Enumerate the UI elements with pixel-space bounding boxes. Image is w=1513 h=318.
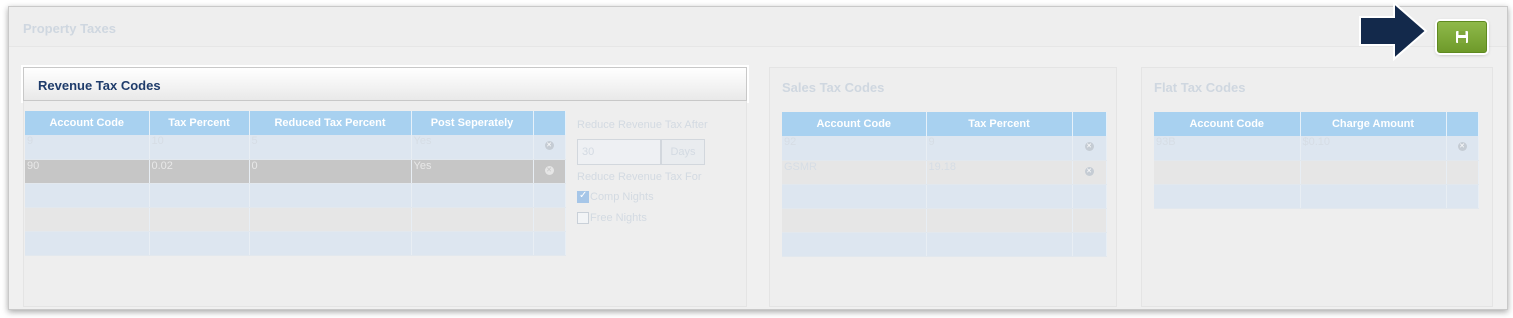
cell-account-code: 9: [25, 135, 150, 160]
comp-nights-label[interactable]: Comp Nights: [590, 191, 654, 203]
column-header-account-code[interactable]: Account Code: [782, 112, 927, 136]
cell-tax-percent: 0.02: [149, 159, 250, 184]
column-header-account-code[interactable]: Account Code: [1154, 112, 1301, 136]
property-taxes-window: Property Taxes Revenue Tax Codes Account…: [8, 6, 1508, 310]
delete-row-icon[interactable]: ✕: [1457, 142, 1467, 151]
cell-post-separately: Yes: [411, 135, 534, 160]
table-row[interactable]: 9 10 5 Yes ✕: [25, 135, 566, 160]
delete-row-icon[interactable]: ✕: [1084, 166, 1094, 176]
column-header-tax-percent[interactable]: Tax Percent: [926, 112, 1073, 136]
flat-tax-codes-panel: Flat Tax Codes Account Code Charge Amoun…: [1141, 67, 1493, 307]
table-row[interactable]: 92 9 ✕: [782, 136, 1107, 161]
table-row[interactable]: 93B $0.10 ✕: [1154, 136, 1479, 161]
page-title: Property Taxes: [23, 21, 116, 36]
column-header-actions: [1446, 112, 1479, 136]
free-nights-label[interactable]: Free Nights: [590, 212, 647, 224]
revenue-tax-codes-header: Revenue Tax Codes: [23, 67, 747, 101]
empty-row[interactable]: [782, 208, 1107, 233]
cell-account-code: GSMR: [782, 160, 927, 185]
cell-account-code: 93B: [1154, 136, 1301, 161]
cell-reduced-tax-percent: 0: [249, 159, 412, 184]
column-header-charge-amount[interactable]: Charge Amount: [1300, 112, 1447, 136]
floppy-disk-icon: [1456, 31, 1468, 43]
revenue-tax-codes-panel: Revenue Tax Codes Account Code Tax Perce…: [23, 67, 747, 307]
empty-row[interactable]: [25, 231, 566, 256]
flat-tax-table: Account Code Charge Amount 93B $0.10 ✕: [1154, 112, 1479, 209]
column-header-actions: [533, 111, 566, 135]
sales-tax-codes-title: Sales Tax Codes: [782, 80, 885, 95]
empty-row[interactable]: [1154, 160, 1479, 185]
delete-row-icon[interactable]: ✕: [1084, 142, 1094, 151]
column-header-reduced-tax-percent[interactable]: Reduced Tax Percent: [249, 111, 412, 135]
save-button[interactable]: [1437, 21, 1487, 53]
revenue-tax-table: Account Code Tax Percent Reduced Tax Per…: [25, 111, 566, 256]
days-unit-label: Days: [661, 139, 705, 165]
cell-tax-percent: 19.18: [926, 160, 1073, 185]
column-header-account-code[interactable]: Account Code: [25, 111, 150, 135]
cell-reduced-tax-percent: 5: [249, 135, 412, 160]
empty-row[interactable]: [782, 184, 1107, 209]
empty-row[interactable]: [782, 232, 1107, 257]
title-bar: [9, 7, 1507, 47]
column-header-actions: [1072, 112, 1107, 136]
delete-row-icon[interactable]: ✕: [544, 165, 554, 175]
cell-tax-percent: 9: [926, 136, 1073, 161]
column-header-post-separately[interactable]: Post Seperately: [411, 111, 534, 135]
sales-tax-codes-panel: Sales Tax Codes Account Code Tax Percent…: [769, 67, 1117, 307]
comp-nights-checkbox[interactable]: [577, 190, 589, 203]
cell-account-code: 92: [782, 136, 927, 161]
free-nights-checkbox[interactable]: [577, 212, 589, 224]
cell-tax-percent: 10: [149, 135, 250, 160]
reduce-for-label: Reduce Revenue Tax For: [577, 171, 702, 183]
delete-row-icon[interactable]: ✕: [544, 141, 554, 150]
revenue-tax-codes-title: Revenue Tax Codes: [38, 78, 161, 93]
empty-row[interactable]: [1154, 184, 1479, 209]
sales-tax-table: Account Code Tax Percent 92 9 ✕ GSMR 19.…: [782, 112, 1107, 257]
cell-post-separately: Yes: [411, 159, 534, 184]
flat-tax-codes-title: Flat Tax Codes: [1154, 80, 1246, 95]
table-row[interactable]: 90 0.02 0 Yes ✕: [25, 159, 566, 184]
reduce-after-label: Reduce Revenue Tax After: [577, 119, 708, 131]
cell-charge-amount: $0.10: [1300, 136, 1447, 161]
reduce-after-days-input[interactable]: 30: [577, 139, 661, 165]
pointer-arrow-icon: [1359, 1, 1428, 61]
empty-row[interactable]: [25, 183, 566, 208]
table-row[interactable]: GSMR 19.18 ✕: [782, 160, 1107, 185]
cell-account-code: 90: [25, 159, 150, 184]
empty-row[interactable]: [25, 207, 566, 232]
column-header-tax-percent[interactable]: Tax Percent: [149, 111, 250, 135]
